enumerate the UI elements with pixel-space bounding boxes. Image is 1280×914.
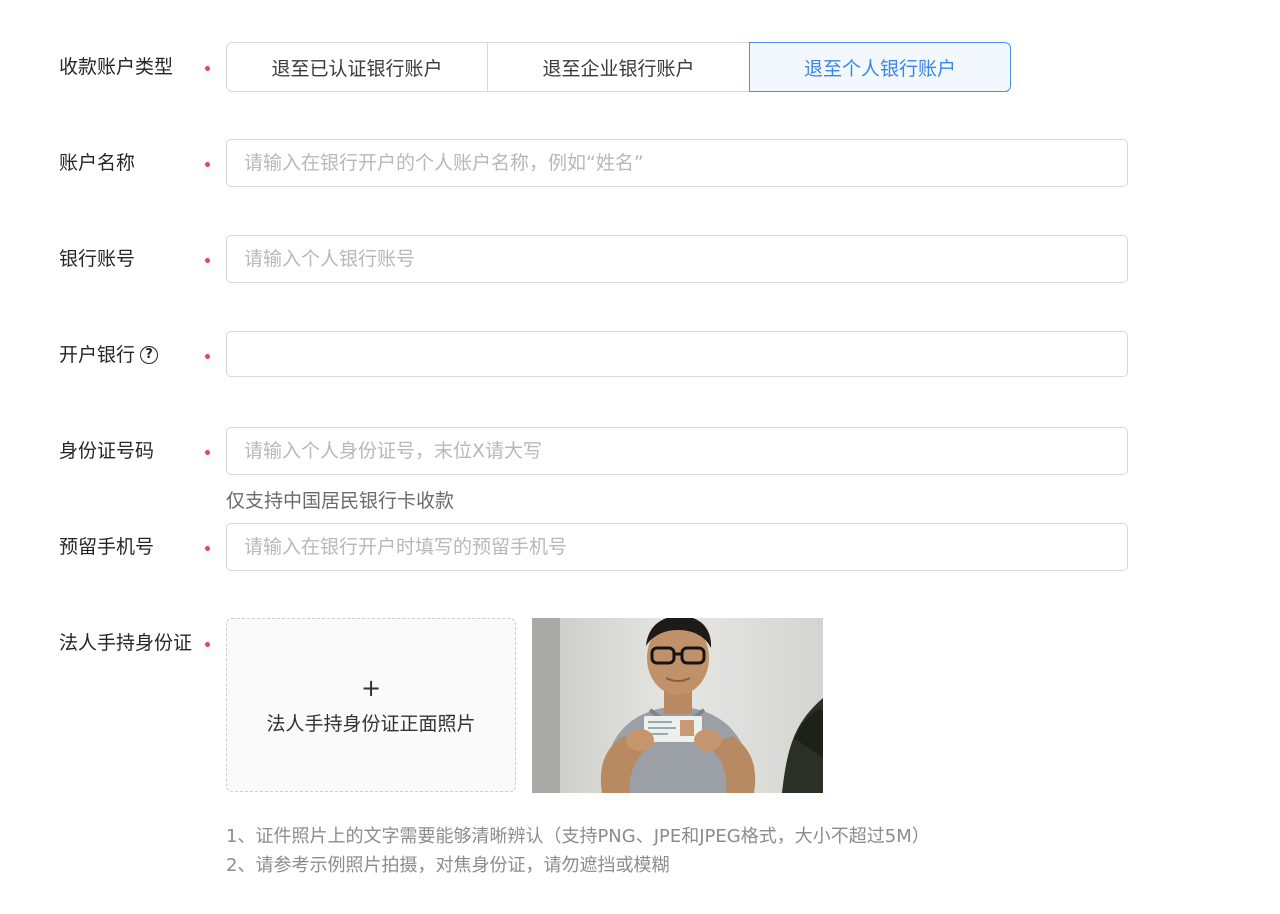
account-name-label: 账户名称	[59, 152, 136, 174]
bank-select-input[interactable]	[226, 331, 1128, 377]
example-photo-image	[532, 618, 823, 793]
required-marker	[205, 642, 210, 647]
id-number-hint: 仅支持中国居民银行卡收款	[226, 490, 455, 512]
required-marker	[205, 258, 210, 263]
id-number-label: 身份证号码	[59, 440, 155, 462]
bank-account-input[interactable]	[226, 235, 1128, 283]
plus-icon: +	[360, 674, 382, 702]
bank-account-label: 银行账号	[59, 248, 136, 270]
account-name-input[interactable]	[226, 139, 1128, 187]
option-certified-bank-account[interactable]: 退至已认证银行账户	[226, 42, 488, 92]
note-item: 2、请参考示例照片拍摄，对焦身份证，请勿遮挡或模糊	[226, 855, 670, 876]
note-item: 1、证件照片上的文字需要能够清晰辨认（支持PNG、JPE和JPEG格式，大小不超…	[226, 826, 930, 847]
option-enterprise-bank-account[interactable]: 退至企业银行账户	[488, 42, 750, 92]
bank-label: 开户银行 ?	[59, 341, 159, 369]
upload-notes: 1、证件照片上的文字需要能够清晰辨认（支持PNG、JPE和JPEG格式，大小不超…	[226, 822, 930, 880]
account-type-label: 收款账户类型	[59, 56, 174, 78]
phone-label: 预留手机号	[59, 536, 155, 558]
option-personal-bank-account[interactable]: 退至个人银行账户	[749, 42, 1011, 92]
example-photo	[532, 618, 823, 793]
required-marker	[205, 546, 210, 551]
question-circle-icon[interactable]: ?	[140, 346, 159, 364]
required-marker	[205, 450, 210, 455]
required-marker	[205, 354, 210, 359]
id-photo-upload[interactable]: + 法人手持身份证正面照片	[226, 618, 516, 792]
phone-input[interactable]	[226, 523, 1128, 571]
required-marker	[205, 66, 210, 71]
account-type-selector: 退至已认证银行账户 退至企业银行账户 退至个人银行账户	[226, 42, 1011, 92]
upload-label: 法人手持身份证正面照片	[266, 713, 476, 735]
required-marker	[205, 162, 210, 167]
id-number-input[interactable]	[226, 427, 1128, 475]
id-photo-label: 法人手持身份证	[59, 632, 193, 654]
